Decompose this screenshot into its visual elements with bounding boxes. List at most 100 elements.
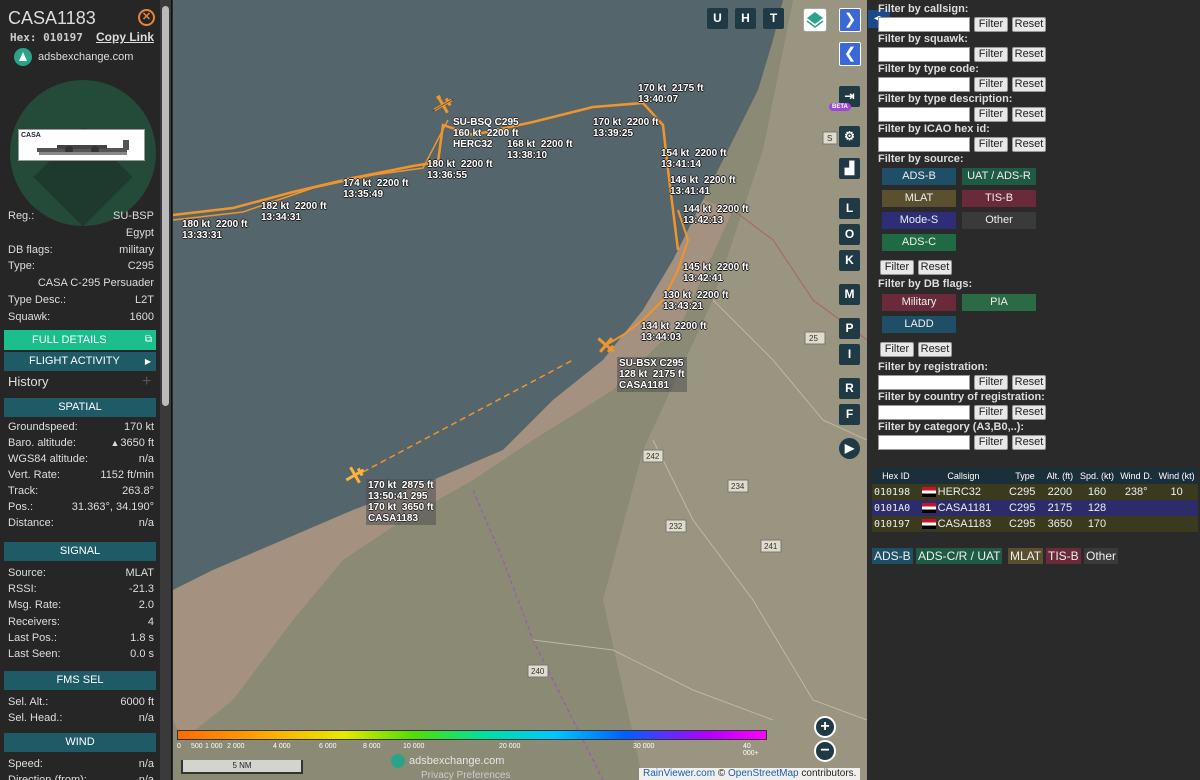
filter-squawk-input[interactable] xyxy=(878,47,970,62)
filter-category-input[interactable] xyxy=(878,435,970,450)
source-mode-s-toggle[interactable]: Mode-S xyxy=(882,212,956,229)
settings-button[interactable]: ⚙ xyxy=(839,126,860,147)
filter-callsign-button[interactable]: Filter xyxy=(974,17,1008,32)
map-toggle-k-button[interactable]: K xyxy=(839,250,860,271)
rainviewer-link[interactable]: RainViewer.com xyxy=(643,768,715,779)
scrollbar-thumb[interactable] xyxy=(162,6,169,406)
info-scrollbar[interactable] xyxy=(160,0,171,780)
chevron-right-icon: ❯ xyxy=(843,11,857,28)
source-uat-ads-r-toggle[interactable]: UAT / ADS-R xyxy=(962,168,1036,185)
table-row[interactable]: 010197 CASA1183 C295 3650 170 xyxy=(872,516,1198,532)
expand-right-button[interactable]: ❯ xyxy=(839,8,861,32)
map-view[interactable]: 242 234 232 241 240 25 S 170 kt 2175 ft 13:40:… xyxy=(173,0,867,780)
filter-country-input[interactable] xyxy=(878,405,970,420)
filter-icao-button[interactable]: Filter xyxy=(974,137,1008,152)
map-toggle-o-button[interactable]: O xyxy=(839,224,860,245)
reset-category-button[interactable]: Reset xyxy=(1012,435,1046,450)
source-legend-item: MLAT xyxy=(1008,548,1044,564)
filter-type-desc-button[interactable]: Filter xyxy=(974,107,1008,122)
table-header-cell[interactable]: Alt. (ft) xyxy=(1043,468,1077,484)
filter-callsign-input[interactable] xyxy=(878,17,970,32)
filter-registration-button[interactable]: Filter xyxy=(974,375,1008,390)
collapse-left-button[interactable]: ❮ xyxy=(839,42,861,66)
source-tis-b-toggle[interactable]: TIS-B xyxy=(962,190,1036,207)
table-header-cell[interactable]: Callsign xyxy=(919,468,1008,484)
full-details-button[interactable]: FULL DETAILS ⧉ xyxy=(4,330,156,350)
herc32-label[interactable]: SU-BSQ C295 160 kt 2200 ft HERC32 xyxy=(453,117,519,150)
map-toggle-l-button[interactable]: L xyxy=(839,198,860,219)
filter-registration-input[interactable] xyxy=(878,375,970,390)
casa1181-label[interactable]: SU-BSX C295 128 kt 2175 ft CASA1181 xyxy=(617,357,687,392)
map-toggle-u-button[interactable]: U xyxy=(707,8,728,29)
filter-country-button[interactable]: Filter xyxy=(974,405,1008,420)
filter-type-desc-label: Filter by type description: xyxy=(878,93,1013,105)
spatial-header: SPATIAL xyxy=(4,398,156,417)
table-header-cell[interactable]: Spd. (kt) xyxy=(1076,468,1118,484)
table-header-cell[interactable]: Hex ID xyxy=(872,468,920,484)
dbflag-ladd-toggle[interactable]: LADD xyxy=(882,316,956,333)
table-row[interactable]: 010198 HERC32 C295 2200 160 238° 10 xyxy=(872,484,1198,500)
reset-db-flags-button[interactable]: Reset xyxy=(918,342,952,357)
stats-button[interactable]: ▟ xyxy=(839,158,860,179)
source-other-toggle[interactable]: Other xyxy=(962,212,1036,229)
copy-link[interactable]: Copy Link xyxy=(96,30,154,44)
close-icon[interactable]: ✕ xyxy=(138,9,155,26)
aircraft-photo[interactable]: CASA xyxy=(18,129,145,161)
reset-type-code-button[interactable]: Reset xyxy=(1012,77,1046,92)
reset-callsign-button[interactable]: Reset xyxy=(1012,17,1046,32)
reset-type-desc-button[interactable]: Reset xyxy=(1012,107,1046,122)
cell-text: 010197 xyxy=(874,518,911,530)
track-point-label: 154 kt 2200 ft 13:41:14 xyxy=(661,148,727,170)
field-value: n/a xyxy=(138,758,154,770)
track-point-label: 182 kt 2200 ft 13:34:31 xyxy=(261,201,327,223)
filter-db-flags-button[interactable]: Filter xyxy=(880,342,914,357)
legend-label: 2 000 xyxy=(227,743,245,750)
map-toggle-h-button[interactable]: H xyxy=(735,8,756,29)
casa1183-aircraft-icon[interactable] xyxy=(342,462,368,488)
table-cell-callsign: HERC32 xyxy=(919,484,1008,500)
filter-source-label: Filter by source: xyxy=(878,153,964,165)
source-mlat-toggle[interactable]: MLAT xyxy=(882,190,956,207)
flight-activity-button[interactable]: FLIGHT ACTIVITY ▶ xyxy=(4,352,156,371)
osm-link[interactable]: OpenStreetMap xyxy=(728,768,799,779)
herc32-aircraft-icon[interactable] xyxy=(428,91,458,119)
source-ads-c-toggle[interactable]: ADS-C xyxy=(882,234,956,251)
casa1183-label[interactable]: 170 kt 2875 ft 13:50:41 295 170 kt 3650 … xyxy=(366,479,436,525)
brand-link[interactable]: adsbexchange.com xyxy=(14,48,133,66)
plus-icon[interactable]: + xyxy=(142,374,151,390)
table-header-cell[interactable]: Wind (kt) xyxy=(1155,468,1198,484)
map-toggle-t-button[interactable]: T xyxy=(763,8,784,29)
reset-icao-button[interactable]: Reset xyxy=(1012,137,1046,152)
table-header-cell[interactable]: Wind D. xyxy=(1117,468,1156,484)
table-header-cell[interactable]: Type xyxy=(1007,468,1043,484)
privacy-preferences-link[interactable]: Privacy Preferences xyxy=(421,770,510,780)
filter-type-code-button[interactable]: Filter xyxy=(974,77,1008,92)
reset-source-button[interactable]: Reset xyxy=(918,260,952,275)
dbflag-pia-toggle[interactable]: PIA xyxy=(962,294,1036,311)
replay-button[interactable]: ▶ xyxy=(839,438,860,459)
attribution-suffix: contributors. xyxy=(798,768,857,779)
field-key: WGS84 altitude: xyxy=(8,453,89,465)
reset-country-button[interactable]: Reset xyxy=(1012,405,1046,420)
field-key: Squawk: xyxy=(8,310,51,323)
map-toggle-r-button[interactable]: R xyxy=(839,378,860,399)
reset-squawk-button[interactable]: Reset xyxy=(1012,47,1046,62)
map-toggle-f-button[interactable]: F xyxy=(839,404,860,425)
map-toggle-p-button[interactable]: P xyxy=(839,318,860,339)
filter-squawk-button[interactable]: Filter xyxy=(974,47,1008,62)
source-ads-b-toggle[interactable]: ADS-B xyxy=(882,168,956,185)
map-toggle-i-button[interactable]: I xyxy=(839,344,860,365)
filter-icao-input[interactable] xyxy=(878,137,970,152)
filter-type-desc-input[interactable] xyxy=(878,107,970,122)
reset-registration-button[interactable]: Reset xyxy=(1012,375,1046,390)
filter-source-button[interactable]: Filter xyxy=(880,260,914,275)
table-row[interactable]: 0101A0 CASA1181 C295 2175 128 xyxy=(872,500,1198,516)
map-canvas[interactable] xyxy=(173,0,867,780)
layers-button[interactable] xyxy=(803,8,827,32)
dbflag-military-toggle[interactable]: Military xyxy=(882,294,956,311)
zoom-out-button[interactable]: − xyxy=(814,740,836,762)
zoom-in-button[interactable]: + xyxy=(814,716,836,738)
filter-type-code-input[interactable] xyxy=(878,77,970,92)
filter-category-button[interactable]: Filter xyxy=(974,435,1008,450)
map-toggle-m-button[interactable]: M xyxy=(839,284,860,305)
